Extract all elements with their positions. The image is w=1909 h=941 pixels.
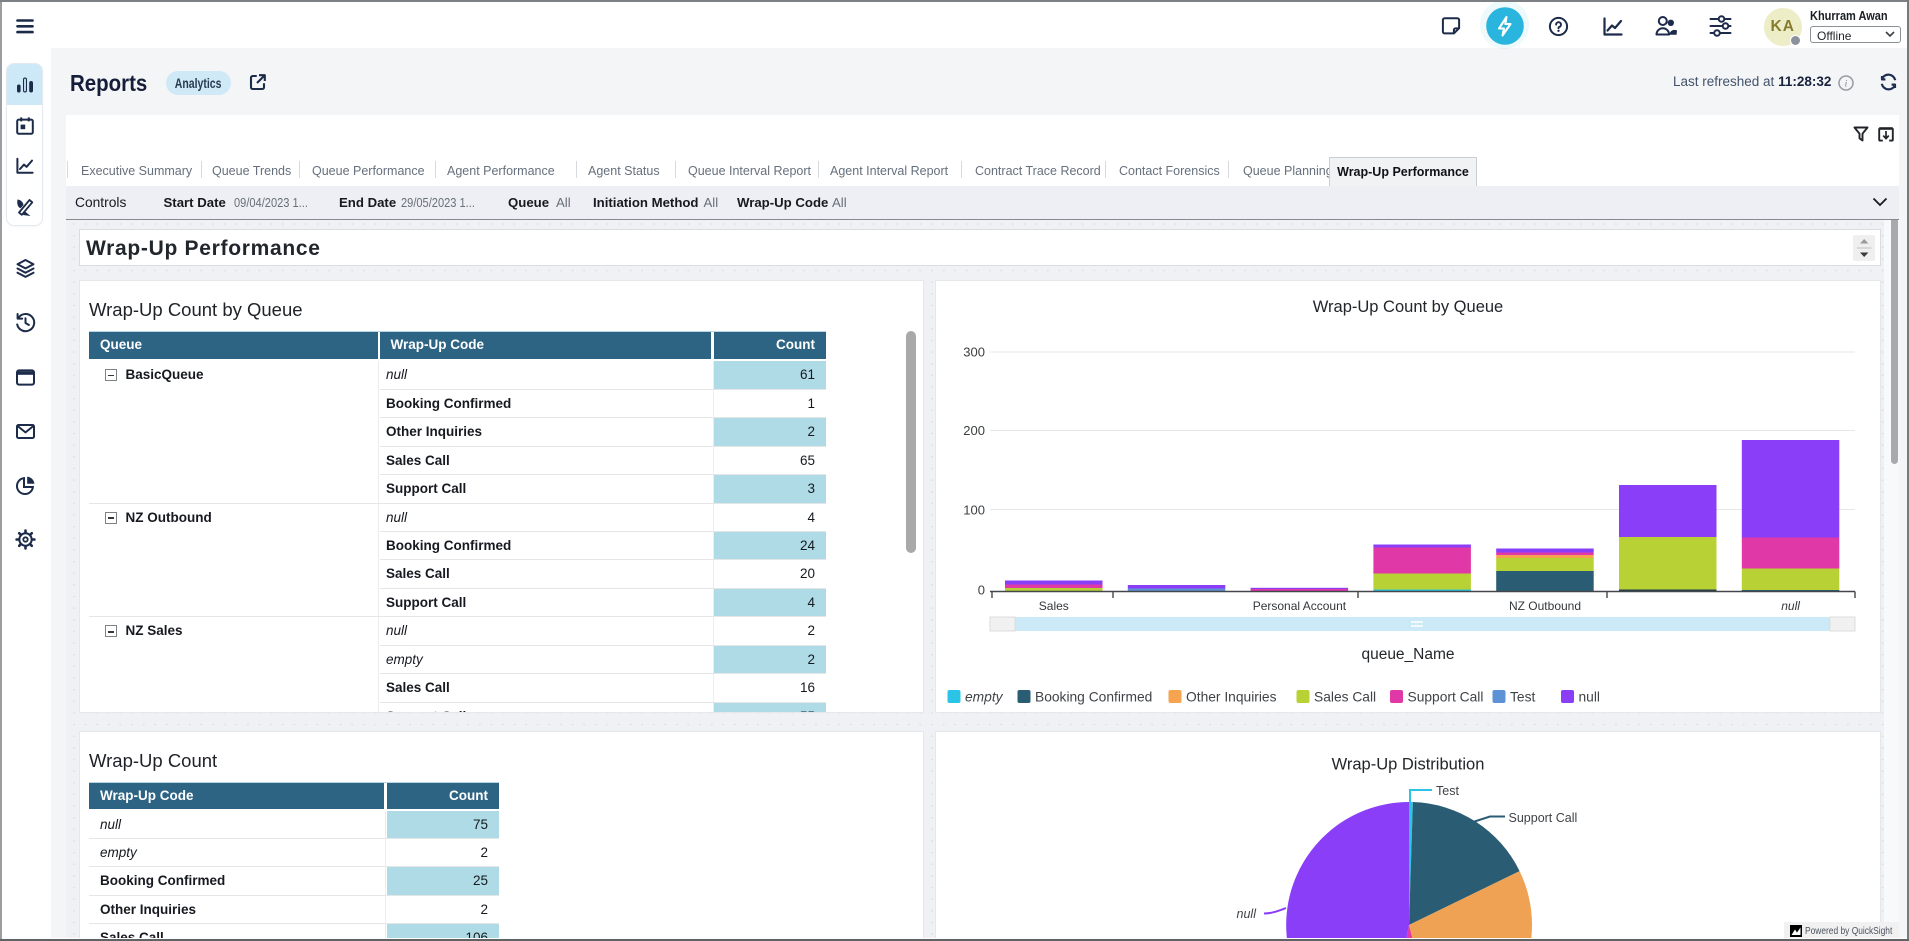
svg-text:100: 100 <box>963 502 985 517</box>
svg-text:NZ Outbound: NZ Outbound <box>1509 599 1581 613</box>
svg-text:300: 300 <box>963 344 985 359</box>
svg-text:Sales Call: Sales Call <box>1314 689 1376 704</box>
svg-text:empty: empty <box>965 689 1004 704</box>
svg-text:Wrap-Up Count by Queue: Wrap-Up Count by Queue <box>1313 298 1503 316</box>
svg-text:queue_Name: queue_Name <box>1361 646 1454 663</box>
svg-text:i: i <box>1845 79 1848 89</box>
svg-text:Test: Test <box>1436 784 1459 798</box>
svg-text:0: 0 <box>978 582 985 597</box>
svg-text:Support Call: Support Call <box>1509 811 1578 825</box>
svg-text:Support Call: Support Call <box>1408 689 1484 704</box>
svg-text:null: null <box>1781 599 1800 613</box>
svg-text:Personal Account: Personal Account <box>1253 599 1347 613</box>
svg-text:null: null <box>1237 907 1258 921</box>
svg-text:null: null <box>1579 689 1600 704</box>
svg-text:Other Inquiries: Other Inquiries <box>1186 689 1277 704</box>
svg-text:200: 200 <box>963 423 985 438</box>
svg-text:Wrap-Up Distribution: Wrap-Up Distribution <box>1332 755 1485 773</box>
svg-text:Sales: Sales <box>1039 599 1069 613</box>
svg-text:Test: Test <box>1510 689 1535 704</box>
svg-text:Booking Confirmed: Booking Confirmed <box>1035 689 1152 704</box>
